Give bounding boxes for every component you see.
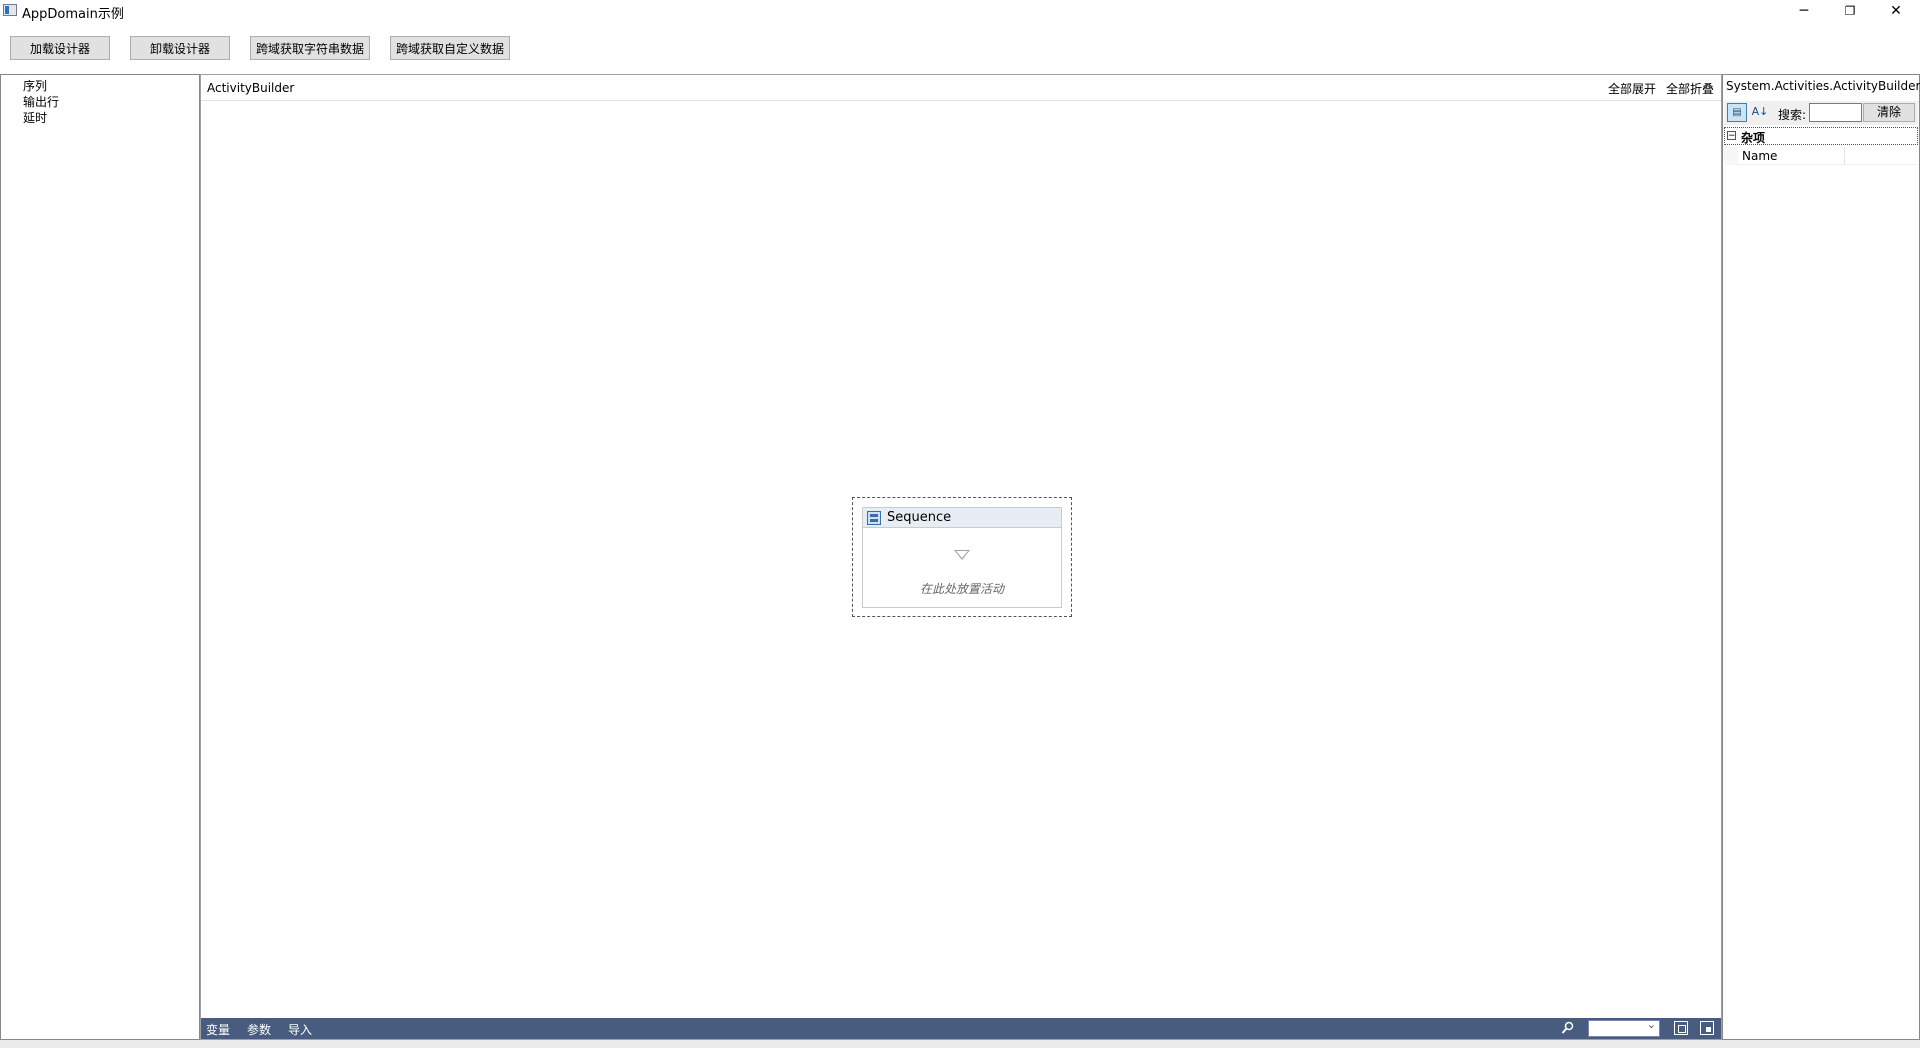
search-label: 搜索: bbox=[1778, 108, 1807, 122]
property-name-label: Name bbox=[1742, 149, 1778, 163]
tab-imports[interactable]: 导入 bbox=[288, 1021, 312, 1038]
window-title: AppDomain示例 bbox=[22, 7, 124, 22]
drop-hint: 在此处放置活动 bbox=[919, 582, 1004, 596]
toolbox-item-writeline[interactable]: 输出行 bbox=[23, 93, 59, 110]
property-row-name[interactable]: Name bbox=[1724, 147, 1918, 165]
tab-arguments[interactable]: 参数 bbox=[247, 1021, 271, 1038]
property-gutter bbox=[1724, 147, 1738, 165]
property-type-name: System.Activities.ActivityBuilder bbox=[1726, 79, 1920, 93]
cross-domain-string-button[interactable]: 跨域获取字符串数据 bbox=[250, 36, 370, 60]
alphabetical-sort-icon[interactable]: A↓ bbox=[1750, 103, 1770, 122]
property-toolbar: ▤ A↓ 搜索: 清除 bbox=[1724, 101, 1918, 125]
designer-footer: 变量 参数 导入 bbox=[201, 1018, 1721, 1039]
workflow-designer[interactable]: ActivityBuilder 全部展开 全部折叠 Sequence 在此处放置… bbox=[200, 74, 1722, 1040]
toolbox-panel: 序列 输出行 延时 bbox=[0, 74, 200, 1040]
designer-header: ActivityBuilder 全部展开 全部折叠 bbox=[201, 75, 1721, 101]
sequence-icon bbox=[867, 511, 881, 525]
unload-designer-button[interactable]: 卸载设计器 bbox=[130, 36, 230, 60]
title-bar: AppDomain示例 ─ ❐ ✕ bbox=[0, 0, 1920, 22]
categorized-view-icon[interactable]: ▤ bbox=[1727, 103, 1747, 122]
property-grid: System.Activities.ActivityBuilder ▤ A↓ 搜… bbox=[1722, 74, 1920, 1040]
zoom-search-icon[interactable] bbox=[1561, 1021, 1575, 1035]
sequence-title: Sequence bbox=[887, 510, 952, 525]
sequence-selection-frame[interactable]: Sequence 在此处放置活动 bbox=[852, 497, 1072, 617]
drop-arrow-icon bbox=[954, 550, 970, 560]
minimize-button[interactable]: ─ bbox=[1781, 0, 1827, 22]
property-search-input[interactable] bbox=[1809, 103, 1862, 122]
bottom-strip bbox=[0, 1040, 1920, 1048]
category-label: 杂项 bbox=[1741, 131, 1766, 145]
load-designer-button[interactable]: 加载设计器 bbox=[10, 36, 110, 60]
app-icon bbox=[3, 4, 17, 16]
property-divider bbox=[1844, 147, 1845, 165]
sequence-activity[interactable]: Sequence 在此处放置活动 bbox=[862, 507, 1062, 608]
tab-variables[interactable]: 变量 bbox=[206, 1021, 230, 1038]
sequence-header[interactable]: Sequence bbox=[863, 508, 1061, 528]
category-misc[interactable]: − 杂项 bbox=[1724, 127, 1918, 145]
expand-all-link[interactable]: 全部展开 bbox=[1608, 80, 1656, 97]
fit-to-screen-icon[interactable] bbox=[1674, 1021, 1688, 1035]
breadcrumb[interactable]: ActivityBuilder bbox=[207, 81, 294, 95]
restore-button[interactable]: ❐ bbox=[1827, 0, 1873, 22]
close-button[interactable]: ✕ bbox=[1873, 0, 1919, 22]
collapse-toggle-icon[interactable]: − bbox=[1727, 131, 1736, 141]
zoom-level-select[interactable] bbox=[1588, 1018, 1660, 1037]
clear-search-button[interactable]: 清除 bbox=[1863, 103, 1915, 122]
toolbox-item-delay[interactable]: 延时 bbox=[23, 109, 47, 126]
cross-domain-custom-button[interactable]: 跨域获取自定义数据 bbox=[390, 36, 510, 60]
collapse-all-link[interactable]: 全部折叠 bbox=[1666, 80, 1714, 97]
toolbox-item-sequence[interactable]: 序列 bbox=[23, 77, 47, 94]
overview-map-icon[interactable] bbox=[1700, 1021, 1714, 1035]
